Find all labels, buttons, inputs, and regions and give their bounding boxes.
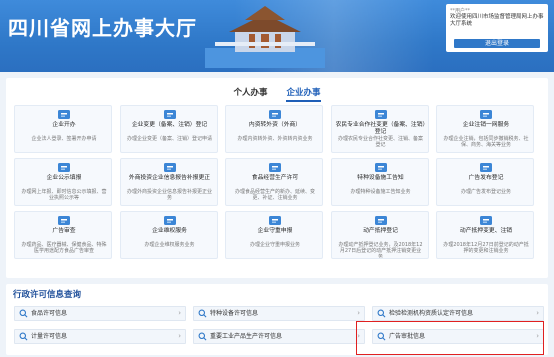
service-desc: 办理2018年12月27日前登记的动产抵押的变更和注销业务 (443, 242, 529, 254)
license-label: 食品许可信息 (31, 310, 68, 317)
building-icon (58, 110, 70, 119)
equipment-icon (374, 163, 387, 172)
service-card[interactable]: 外商投资企业信息报告补报更正办理外商投资企业信息报告补报更正业务 (119, 158, 218, 206)
service-card[interactable]: 企业公示填报办理网上年报、即时信息公示填报、营业执照公示等 (14, 158, 112, 206)
service-title: 广告审查 (52, 228, 76, 234)
page-header: 四川省网上办事大厅 **用户** 欢迎使用四川市场监督管理局网上办事大厅系统 退… (0, 0, 554, 72)
service-card[interactable]: 企业变更（备案、注销）登记 办理企业变更（备案、注销）登记申请 (119, 105, 218, 153)
cancel-icon (480, 110, 492, 119)
service-desc: 办理广告发布登记业务 (460, 189, 511, 195)
review-icon (58, 216, 70, 225)
user-name: **用户** (450, 8, 471, 14)
service-panel: 个人办事 企业办事 企业开办 企业法人登录、签署开办申请 企业变更（备案、注销）登记… (6, 78, 548, 278)
ad-icon (480, 163, 492, 172)
license-query-item[interactable]: 特种设备许可信息 › (193, 306, 365, 321)
service-title: 外商投资企业信息报告补报更正 (128, 175, 211, 181)
search-icon (19, 309, 28, 318)
license-query-item[interactable]: 计量许可信息 › (14, 329, 186, 344)
chevron-right-icon: › (178, 332, 181, 340)
license-label: 特种设备许可信息 (210, 310, 259, 317)
honor-icon (269, 216, 281, 225)
service-title: 企业维权服务 (152, 228, 187, 234)
search-icon (198, 309, 207, 318)
service-desc: 办理动产抵押登记业务，及2018年12月27日后登记的动产抵押注销变更业务 (338, 242, 423, 259)
service-card[interactable]: 企业注销一网服务办理企业注销，包括同步撤销税务、社保、商务、海关等业务 (436, 105, 534, 153)
service-card[interactable]: 企业守重申报办理企业守重申报业务 (225, 211, 323, 259)
service-card[interactable]: 农民专业合作社变更（备案、注销）登记 办理农民专业合作社变更、注销、备案登记 (330, 105, 429, 153)
mortgage-change-icon (480, 216, 492, 225)
tab-enterprise[interactable]: 企业办事 (286, 86, 321, 102)
logout-button[interactable]: 退出登录 (454, 39, 540, 48)
user-panel: **用户** 欢迎使用四川市场监督管理局网上办事大厅系统 退出登录 (446, 4, 548, 52)
welcome-text: 欢迎使用四川市场监督管理局网上办事大厅系统 (450, 14, 544, 27)
service-title: 动产抵押登记 (363, 228, 398, 234)
service-desc: 办理企业变更（备案、注销）登记申请 (126, 136, 212, 142)
chevron-right-icon: › (178, 309, 181, 317)
service-title: 企业守重申报 (257, 228, 293, 234)
section-title: 行政许可信息查询 (13, 290, 82, 300)
farm-icon (374, 110, 387, 119)
service-title: 特种设备施工告知 (357, 175, 404, 181)
shield-icon (163, 216, 176, 225)
food-icon (269, 163, 281, 172)
service-title: 企业开办 (52, 122, 76, 128)
service-desc: 办理药品、医疗器械、保健食品、特殊医学用途配方食品广告审查 (21, 242, 107, 254)
service-desc: 办理内资转外资、外资转内资业务 (237, 136, 313, 142)
search-icon (19, 332, 28, 341)
mortgage-icon (374, 216, 387, 225)
service-card[interactable]: 特种设备施工告知办理特种设备施工告知业务 (330, 158, 429, 206)
site-title: 四川省网上办事大厅 (8, 16, 197, 40)
service-desc: 办理企业维权服务业务 (144, 242, 195, 248)
service-card[interactable]: 动产抵押登记办理动产抵押登记业务，及2018年12月27日后登记的动产抵押注销变… (330, 211, 429, 259)
service-desc: 办理企业守重申报业务 (249, 242, 300, 248)
service-desc: 办理网上年报、即时信息公示填报、营业执照公示等 (21, 189, 107, 201)
tab-personal[interactable]: 个人办事 (234, 86, 268, 100)
service-desc: 办理企业注销，包括同步撤销税务、社保、商务、海关等业务 (443, 136, 529, 148)
search-icon (198, 332, 207, 341)
foreign-icon (163, 163, 176, 172)
highlight-box (356, 321, 544, 355)
license-query-item[interactable]: 检验检测机构资质认定许可信息 › (372, 306, 544, 321)
service-desc: 办理食品经营生产的新办、延续、变更、补证、注销业务 (234, 189, 315, 201)
service-card[interactable]: 广告发布登记办理广告发布登记业务 (436, 158, 534, 206)
service-card[interactable]: 企业维权服务办理企业维权服务业务 (119, 211, 218, 259)
report-icon (58, 163, 70, 172)
service-card[interactable]: 动产抵押变更、注销办理2018年12月27日前登记的动产抵押的变更和注销业务 (436, 211, 534, 259)
license-query-item[interactable]: 重要工业产品生产许可信息 › (193, 329, 365, 344)
chevron-right-icon: › (357, 309, 360, 317)
tab-bar: 个人办事 企业办事 (6, 86, 548, 102)
service-card[interactable]: 内资转外资（外商） 办理内资转外资、外资转内资业务 (225, 105, 323, 153)
service-title: 企业变更（备案、注销）登记 (131, 122, 208, 128)
exchange-icon (269, 110, 281, 119)
service-title: 动产抵押变更、注销 (459, 228, 513, 234)
service-title: 食品经营生产许可 (251, 175, 299, 181)
service-card[interactable]: 食品经营生产许可办理食品经营生产的新办、延续、变更、补证、注销业务 (225, 158, 323, 206)
license-query-item[interactable]: 食品许可信息 › (14, 306, 186, 321)
palace-illustration (205, 6, 325, 68)
service-desc: 办理特种设备施工告知业务 (350, 189, 411, 195)
service-title: 广告发布登记 (468, 175, 504, 181)
chevron-right-icon: › (536, 309, 539, 317)
search-icon (377, 309, 386, 318)
service-title: 企业注销一网服务 (462, 122, 510, 128)
license-label: 检验检测机构资质认定许可信息 (389, 310, 474, 317)
service-desc: 企业法人登录、签署开办申请 (31, 136, 97, 142)
license-label: 计量许可信息 (31, 333, 68, 340)
change-icon (163, 110, 176, 119)
service-desc: 办理外商投资企业信息报告补报更正业务 (126, 189, 212, 201)
service-title: 内资转外资（外商） (248, 122, 302, 128)
service-title: 企业公示填报 (46, 175, 82, 181)
service-card[interactable]: 广告审查办理药品、医疗器械、保健食品、特殊医学用途配方食品广告审查 (14, 211, 112, 259)
license-label: 重要工业产品生产许可信息 (210, 333, 283, 340)
service-card[interactable]: 企业开办企业法人登录、签署开办申请 (14, 105, 112, 153)
service-title: 农民专业合作社变更（备案、注销）登记 (335, 122, 426, 135)
service-desc: 办理农民专业合作社变更、注销、备案登记 (337, 136, 423, 148)
